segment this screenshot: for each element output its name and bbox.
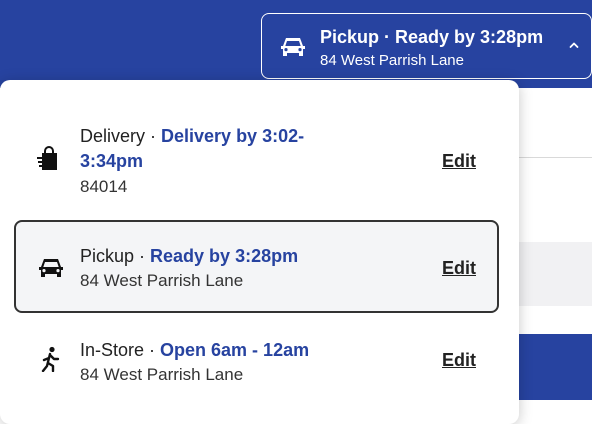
- delivery-edit-link[interactable]: Edit: [442, 151, 476, 172]
- background-button: [519, 334, 592, 400]
- background-divider: [519, 157, 592, 158]
- pickup-title-line: Pickup · Ready by 3:28pm: [80, 246, 298, 267]
- instore-address: 84 West Parrish Lane: [80, 365, 244, 384]
- car-icon: [281, 38, 305, 56]
- fulfillment-selector-button[interactable]: Pickup · Ready by 3:28pm 84 West Parrish…: [261, 13, 592, 79]
- pickup-address: 84 West Parrish Lane: [80, 271, 244, 290]
- fulfillment-option-pickup[interactable]: Pickup · Ready by 3:28pm 84 West Parrish…: [14, 220, 499, 313]
- pickup-separator: ·: [134, 246, 151, 266]
- delivery-title-line: Delivery · Delivery by 3:02-: [80, 126, 304, 147]
- shopping-bag-icon: [37, 146, 57, 170]
- delivery-separator: ·: [145, 126, 162, 146]
- instore-edit-link[interactable]: Edit: [442, 350, 476, 371]
- delivery-status: Delivery by 3:02-: [161, 126, 305, 146]
- pickup-status: Ready by 3:28pm: [150, 246, 299, 266]
- delivery-title: Delivery: [80, 126, 146, 146]
- instore-separator: ·: [144, 340, 161, 360]
- fulfillment-option-delivery[interactable]: Delivery · Delivery by 3:02- 3:34pm 8401…: [14, 110, 499, 210]
- fulfillment-option-instore[interactable]: In-Store · Open 6am - 12am 84 West Parri…: [14, 326, 499, 396]
- walking-person-icon: [41, 346, 60, 372]
- delivery-zip: 84014: [80, 177, 128, 196]
- instore-title-line: In-Store · Open 6am - 12am: [80, 340, 309, 361]
- pickup-summary-title: Pickup · Ready by 3:28pm: [320, 27, 544, 47]
- pickup-summary-address: 84 West Parrish Lane: [320, 52, 464, 69]
- instore-title: In-Store: [80, 340, 145, 360]
- background-panel: [519, 242, 592, 306]
- pickup-title: Pickup: [80, 246, 135, 266]
- instore-status: Open 6am - 12am: [160, 340, 310, 360]
- pickup-edit-link[interactable]: Edit: [442, 258, 476, 279]
- car-icon: [39, 259, 63, 277]
- fulfillment-options-popover: Delivery · Delivery by 3:02- 3:34pm 8401…: [0, 80, 519, 424]
- delivery-status-continued: 3:34pm: [80, 151, 144, 171]
- chevron-up-icon: [569, 42, 579, 48]
